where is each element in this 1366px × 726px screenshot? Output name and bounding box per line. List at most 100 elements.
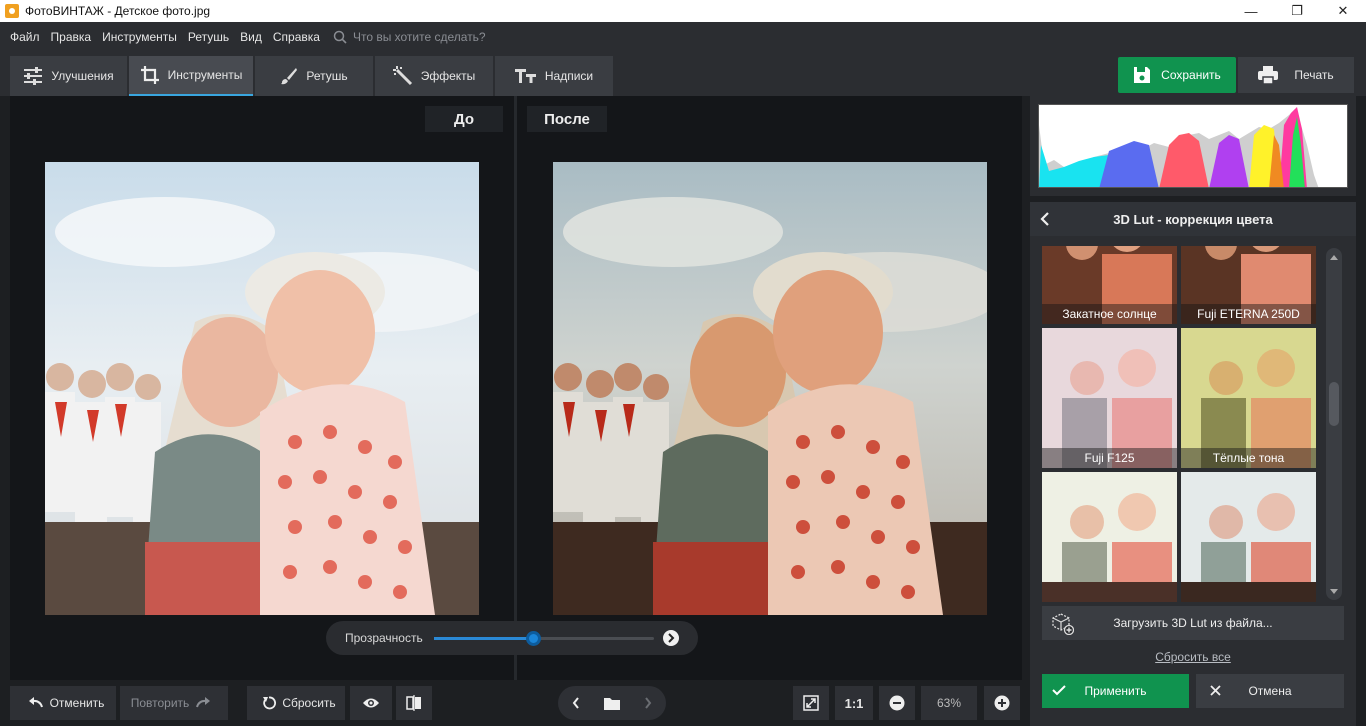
reset-label: Сбросить <box>282 696 336 710</box>
cancel-button[interactable]: Отмена <box>1196 674 1344 708</box>
opacity-slider-thumb[interactable] <box>526 631 541 646</box>
close-button[interactable]: ✕ <box>1320 0 1366 22</box>
load-lut-label: Загрузить 3D Lut из файла... <box>1113 616 1273 630</box>
floppy-disk-icon <box>1134 67 1151 83</box>
chevron-left-icon[interactable] <box>1040 211 1050 227</box>
minimize-button[interactable]: — <box>1228 0 1274 22</box>
apply-label: Применить <box>1084 684 1147 698</box>
tab-label: Ретушь <box>306 69 348 83</box>
undo-button[interactable]: Отменить <box>10 686 116 720</box>
triangle-down-icon <box>1330 588 1338 594</box>
opacity-slider[interactable] <box>434 631 654 646</box>
opacity-next-button[interactable] <box>663 630 679 646</box>
menu-retouch[interactable]: Ретушь <box>188 30 229 44</box>
opacity-slider-fill <box>434 637 533 640</box>
preview-toggle-button[interactable] <box>350 686 392 720</box>
menu-file[interactable]: Файл <box>10 30 40 44</box>
compare-divider[interactable] <box>514 96 517 680</box>
save-label: Сохранить <box>1161 68 1221 82</box>
preset-thumbnail[interactable] <box>1042 472 1177 602</box>
right-panel: 3D Lut - коррекция цвета Закатное солнце… <box>1030 96 1356 726</box>
lut-preset-grid: Закатное солнце Fuji ETERNA 250D Fuji F1… <box>1042 246 1320 602</box>
tab-label: Надписи <box>544 69 594 83</box>
actual-size-button[interactable]: 1:1 <box>835 686 873 720</box>
plus-circle-icon <box>994 695 1010 711</box>
folder-icon <box>604 697 620 710</box>
eye-icon <box>363 698 379 708</box>
zoom-out-button[interactable] <box>879 686 915 720</box>
redo-icon <box>196 697 211 708</box>
opacity-label: Прозрачность <box>345 631 423 645</box>
scroll-up-button[interactable] <box>1326 250 1342 264</box>
panel-header: 3D Lut - коррекция цвета <box>1030 202 1356 236</box>
preset-name: Тёплые тона <box>1181 448 1316 468</box>
preset-thumbnail[interactable]: Закатное солнце <box>1042 246 1177 324</box>
bottom-bar: Отменить Повторить Сбросить 1:1 63% <box>0 680 1030 726</box>
histogram <box>1038 104 1348 188</box>
command-search[interactable]: Что вы хотите сделать? <box>333 30 486 44</box>
chevron-left-icon <box>572 697 579 709</box>
presets-scrollbar[interactable] <box>1326 248 1342 600</box>
apply-button[interactable]: Применить <box>1042 674 1189 708</box>
preset-thumbnail[interactable]: Fuji ETERNA 250D <box>1181 246 1316 324</box>
opacity-control: Прозрачность <box>326 621 698 655</box>
chevron-right-icon <box>668 633 675 643</box>
search-placeholder: Что вы хотите сделать? <box>352 30 486 44</box>
next-image-button[interactable] <box>630 686 666 720</box>
app-logo-icon <box>5 4 19 18</box>
preset-thumbnail[interactable] <box>1181 472 1316 602</box>
chevron-right-icon <box>645 697 652 709</box>
after-label: После <box>527 106 607 132</box>
compare-view-button[interactable] <box>396 686 432 720</box>
undo-label: Отменить <box>49 696 105 710</box>
fit-to-screen-button[interactable] <box>793 686 829 720</box>
brush-icon <box>281 68 298 85</box>
open-folder-button[interactable] <box>594 686 630 720</box>
scrollbar-handle[interactable] <box>1329 382 1339 426</box>
reset-icon <box>263 696 277 710</box>
zoom-level[interactable]: 63% <box>921 686 977 720</box>
window-title: ФотоВИНТАЖ - Детское фото.jpg <box>25 4 211 18</box>
sliders-icon <box>24 67 43 85</box>
menu-tools[interactable]: Инструменты <box>102 30 177 44</box>
triangle-up-icon <box>1330 254 1338 260</box>
undo-icon <box>28 697 43 708</box>
tab-tools[interactable]: Инструменты <box>129 56 253 96</box>
save-button[interactable]: Сохранить <box>1118 57 1236 93</box>
preset-name: Fuji ETERNA 250D <box>1181 304 1316 324</box>
scroll-down-button[interactable] <box>1326 584 1342 598</box>
tab-bar: Улучшения Инструменты Ретушь Эффекты Над… <box>10 56 615 96</box>
menu-help[interactable]: Справка <box>273 30 320 44</box>
menu-view[interactable]: Вид <box>240 30 262 44</box>
zoom-in-button[interactable] <box>984 686 1020 720</box>
text-icon <box>514 69 536 83</box>
load-lut-button[interactable]: Загрузить 3D Lut из файла... <box>1042 606 1344 640</box>
magic-wand-icon <box>392 66 412 86</box>
tab-retouch[interactable]: Ретушь <box>255 56 373 96</box>
print-button[interactable]: Печать <box>1238 57 1354 93</box>
after-photo <box>553 162 987 615</box>
main-toolbar: Улучшения Инструменты Ретушь Эффекты Над… <box>0 52 1366 96</box>
reset-button[interactable]: Сбросить <box>247 686 345 720</box>
tab-enhancements[interactable]: Улучшения <box>10 56 127 96</box>
tab-captions[interactable]: Надписи <box>495 56 613 96</box>
search-icon <box>333 30 347 44</box>
redo-label: Повторить <box>130 696 190 710</box>
menu-edit[interactable]: Правка <box>51 30 92 44</box>
tab-effects[interactable]: Эффекты <box>375 56 493 96</box>
preset-thumbnail[interactable]: Тёплые тона <box>1181 328 1316 468</box>
maximize-button[interactable]: ❐ <box>1274 0 1320 22</box>
preset-name: Fuji F125 <box>1042 448 1177 468</box>
split-view-icon <box>406 695 421 711</box>
canvas-area: До После Прозрачность <box>10 96 1022 680</box>
redo-button[interactable]: Повторить <box>120 686 228 720</box>
cube-add-icon <box>1052 613 1074 635</box>
preset-thumbnail[interactable]: Fuji F125 <box>1042 328 1177 468</box>
before-photo <box>45 162 479 615</box>
close-icon <box>1210 685 1221 696</box>
print-label: Печать <box>1294 68 1334 82</box>
panel-title: 3D Lut - коррекция цвета <box>1113 211 1273 227</box>
cancel-label: Отмена <box>1248 684 1292 698</box>
previous-image-button[interactable] <box>558 686 594 720</box>
reset-all-link[interactable]: Сбросить все <box>1030 650 1356 664</box>
